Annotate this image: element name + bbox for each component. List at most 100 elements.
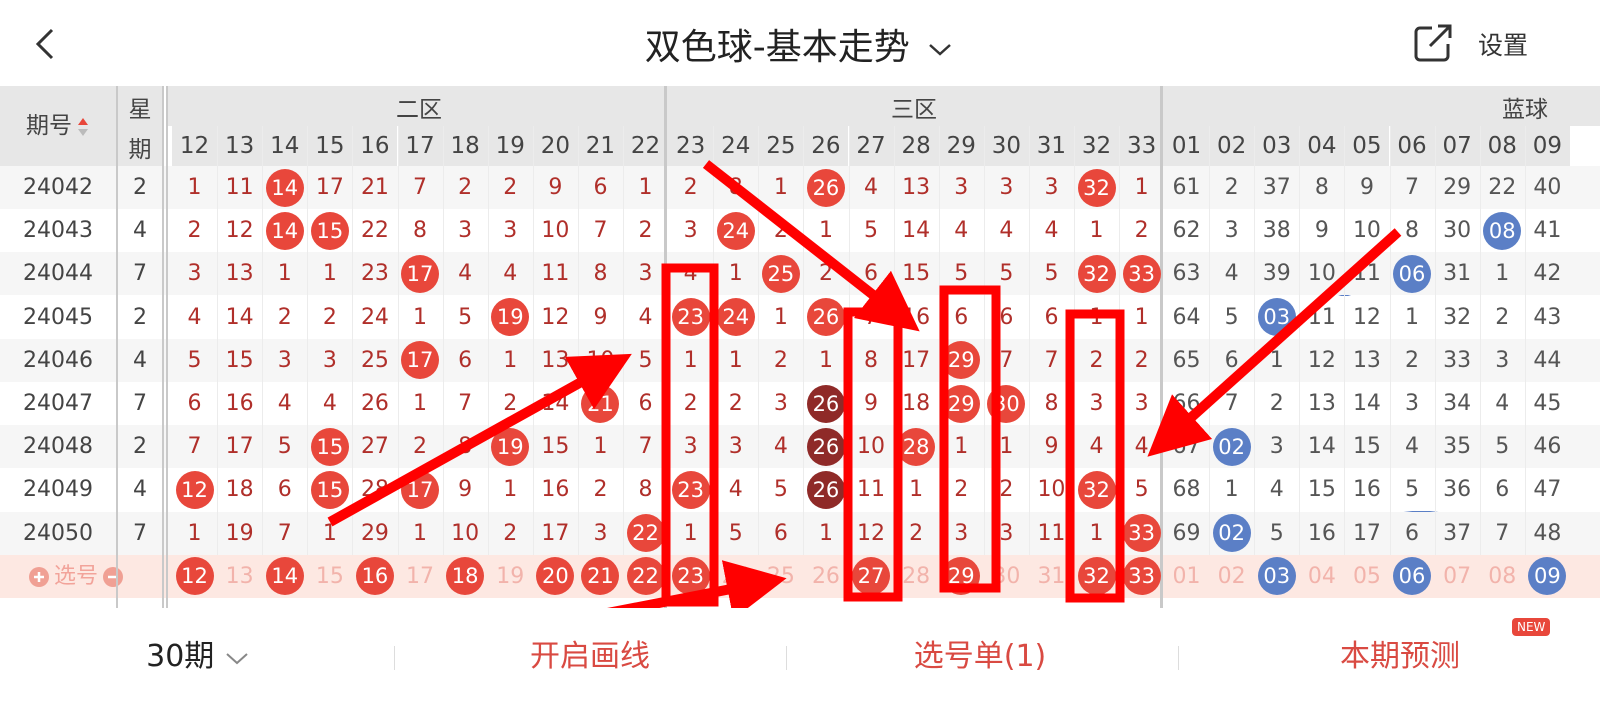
blue-zone-cell: 2 (1405, 347, 1420, 373)
red-column-header: 29 (938, 126, 984, 166)
blue-zone-cell: 10 (1352, 218, 1381, 244)
red-column-header: 20 (532, 126, 578, 166)
selectable-blue-number[interactable]: 08 (1480, 555, 1525, 598)
settings-button[interactable]: 设置 (1478, 26, 1528, 62)
red-ball: 17 (401, 254, 440, 293)
selection-list-button[interactable]: 选号单(1) (830, 632, 1130, 682)
draw-lines-button[interactable]: 开启画线 (440, 632, 740, 682)
red-zone-cell: 2 (503, 175, 518, 200)
selectable-red-number[interactable]: 31 (1029, 555, 1074, 598)
blue-zone-cell: 14 (1352, 391, 1381, 416)
red-zone-cell: 10 (857, 434, 886, 460)
selectable-red-number[interactable]: 28 (894, 555, 939, 598)
red-ball: 15 (310, 427, 349, 466)
grid-line (1434, 126, 1436, 555)
blue-zone-cell: 1 (1224, 477, 1239, 503)
red-zone-cell: 1 (728, 261, 743, 287)
selected-red-ball[interactable]: 32 (1077, 557, 1116, 596)
red-zone-cell: 2 (818, 261, 833, 287)
grid-line (983, 126, 985, 555)
selectable-red-number[interactable]: 25 (758, 555, 803, 598)
red-zone-cell: 7 (1044, 347, 1059, 373)
red-zone-cell: 25 (360, 347, 389, 373)
blue-zone-cell: 13 (1307, 391, 1336, 416)
red-zone-cell: 1 (503, 477, 518, 503)
plus-circle-icon[interactable] (28, 564, 50, 589)
selectable-red-number[interactable]: 13 (217, 555, 262, 598)
red-zone-cell: 2 (593, 477, 608, 503)
red-zone-cell: 9 (864, 391, 879, 416)
red-column-header: 18 (442, 126, 488, 166)
selectable-red-number[interactable]: 15 (307, 555, 352, 598)
red-column-header: 28 (893, 126, 939, 166)
blue-zone-cell: 1 (1495, 261, 1510, 287)
red-zone-cell: 7 (593, 218, 608, 244)
selectable-red-number[interactable]: 24 (713, 555, 758, 598)
blue-zone-cell: 40 (1533, 175, 1562, 200)
period-sort-header[interactable]: 期号 (0, 106, 116, 140)
bottom-bar: 30期 开启画线 选号单(1) 本期预测 NEW (0, 608, 1600, 720)
selectable-blue-number[interactable]: 05 (1344, 555, 1389, 598)
grid-line (217, 126, 219, 555)
grid-line (758, 126, 760, 555)
red-zone-cell: 26 (360, 391, 389, 416)
red-zone-cell: 4 (458, 261, 473, 287)
selected-red-ball[interactable]: 16 (355, 557, 394, 596)
selected-blue-ball[interactable]: 03 (1257, 557, 1296, 596)
red-zone-cell: 7 (413, 175, 428, 200)
selectable-blue-number[interactable]: 07 (1435, 555, 1480, 598)
period-count-dropdown[interactable]: 30期 (118, 632, 278, 682)
selectable-red-number[interactable]: 26 (803, 555, 848, 598)
red-zone-cell: 11 (541, 261, 570, 287)
red-zone-cell: 3 (728, 434, 743, 460)
blue-zone-cell: 4 (1224, 261, 1239, 287)
selected-red-ball[interactable]: 14 (265, 557, 304, 596)
dark-red-ball: 26 (806, 384, 845, 423)
selected-red-ball[interactable]: 23 (671, 557, 710, 596)
grid-line (1524, 126, 1526, 555)
minus-circle-icon[interactable] (102, 564, 124, 589)
period-cell: 24047 (23, 391, 93, 416)
blue-ball: 08 (1483, 211, 1522, 250)
red-zone-cell: 14 (541, 391, 570, 416)
blue-zone-cell: 36 (1443, 477, 1472, 503)
select-label: 选号 (54, 563, 99, 589)
selected-red-ball[interactable]: 22 (626, 557, 665, 596)
blue-zone-cell: 7 (1224, 391, 1239, 416)
blue-zone-cell: 11 (1307, 304, 1336, 330)
blue-zone-cell: 2 (1224, 175, 1239, 200)
grid-line (1119, 126, 1121, 555)
selectable-blue-number[interactable]: 01 (1164, 555, 1209, 598)
prediction-button[interactable]: 本期预测 (1250, 632, 1550, 682)
selectable-blue-number[interactable]: 04 (1299, 555, 1344, 598)
red-zone-cell: 3 (999, 175, 1014, 200)
selectable-blue-number[interactable]: 02 (1209, 555, 1254, 598)
period-cell: 24048 (23, 434, 93, 460)
red-zone-cell: 17 (315, 175, 344, 200)
share-icon[interactable] (1410, 20, 1456, 66)
red-zone-cell: 15 (541, 434, 570, 460)
blue-zone-cell: 5 (1224, 304, 1239, 330)
grid-line (352, 126, 354, 555)
blue-zone-cell: 16 (1307, 520, 1336, 546)
blue-zone-cell: 6 (1495, 477, 1510, 503)
selectable-red-number[interactable]: 17 (398, 555, 443, 598)
blue-column-header: 04 (1299, 126, 1345, 166)
red-zone-cell: 22 (360, 218, 389, 244)
selectable-red-number[interactable]: 30 (984, 555, 1029, 598)
red-zone-cell: 5 (773, 477, 788, 503)
selected-red-ball[interactable]: 12 (175, 557, 214, 596)
grid-line (577, 126, 579, 555)
red-ball: 14 (265, 168, 304, 207)
blue-zone-cell: 65 (1172, 347, 1201, 373)
selected-red-ball[interactable]: 33 (1122, 557, 1161, 596)
blue-zone-cell: 3 (1224, 218, 1239, 244)
red-zone-cell: 23 (360, 261, 389, 287)
selectable-red-number[interactable]: 19 (488, 555, 533, 598)
red-zone-cell: 1 (277, 261, 292, 287)
red-zone-cell: 5 (864, 218, 879, 244)
page-title-dropdown[interactable]: 双色球-基本走势 (0, 18, 1600, 70)
red-zone-cell: 7 (638, 434, 653, 460)
blue-zone-cell: 4 (1269, 477, 1284, 503)
red-zone-cell: 4 (728, 477, 743, 503)
